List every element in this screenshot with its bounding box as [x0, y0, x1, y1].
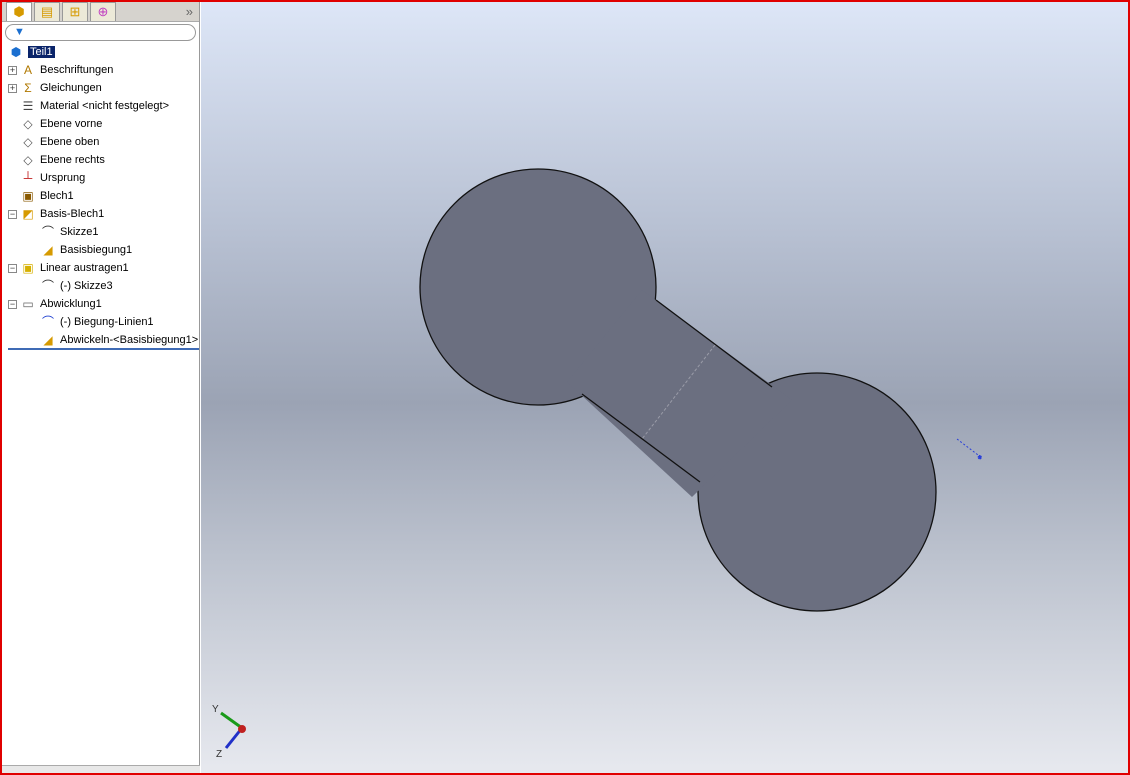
- tree-item[interactable]: ⬢ Teil1: [8, 43, 199, 61]
- filter-icon: ▼: [14, 26, 25, 38]
- tree-connector: [8, 120, 17, 129]
- sketch-blue-icon: ⌒: [41, 315, 54, 329]
- extrude-icon: ▣: [22, 261, 34, 275]
- tree-item[interactable]: − ◩ Basis-Blech1: [8, 205, 199, 223]
- app-window: ⬢ ▤ ⊞ ⊕ » ▼ ⬢ Teil1 + A Beschriftungen + Σ Glei…: [0, 0, 1130, 775]
- triad-y-label: Y: [212, 704, 219, 715]
- tree-item[interactable]: − ▣ Linear austragen1: [8, 259, 199, 277]
- tree-item[interactable]: ▣ Blech1: [8, 187, 199, 205]
- view-triad: Y Z: [212, 704, 246, 760]
- feature-manager-panel: ⬢ ▤ ⊞ ⊕ » ▼ ⬢ Teil1 + A Beschriftungen + Σ Glei…: [2, 2, 200, 773]
- base-flange-icon: ◩: [22, 207, 34, 221]
- plane-icon: ◇: [23, 153, 33, 167]
- expand-toggle[interactable]: +: [8, 83, 17, 93]
- a-icon: A: [23, 63, 32, 77]
- expand-toggle[interactable]: −: [8, 263, 17, 273]
- property-manager-tab[interactable]: ▤: [34, 2, 60, 21]
- expand-toggle[interactable]: −: [8, 299, 17, 309]
- tree-item[interactable]: ┴ Ursprung: [8, 169, 199, 187]
- origin-marker: *: [956, 438, 983, 465]
- expand-toggle[interactable]: +: [8, 65, 17, 75]
- bend-icon: ◢: [43, 243, 53, 257]
- tree-item-label: Teil1: [28, 46, 55, 58]
- tree-item[interactable]: ⌒ (-) Biegung-Linien1: [8, 313, 199, 331]
- filter-input[interactable]: ▼: [5, 24, 196, 41]
- tree-item-label: Skizze1: [60, 226, 99, 238]
- sketch-icon: ⌒: [41, 279, 54, 293]
- tree-item[interactable]: ◢ Abwickeln-<Basisbiegung1>: [8, 331, 199, 349]
- tree-item[interactable]: ◢ Basisbiegung1: [8, 241, 199, 259]
- tree-item[interactable]: + Σ Gleichungen: [8, 79, 199, 97]
- tree-connector: [8, 192, 17, 201]
- tree-item-label: Ursprung: [40, 172, 86, 184]
- tree-item-label: Ebene vorne: [40, 118, 103, 130]
- graphics-viewport[interactable]: * Y Z: [201, 2, 1128, 773]
- tree-item-label: Ebene rechts: [40, 154, 105, 166]
- more-tabs-button[interactable]: »: [186, 3, 193, 21]
- tree-item-label: (-) Biegung-Linien1: [60, 316, 154, 328]
- part-icon: ⬢: [10, 45, 22, 59]
- tree-item[interactable]: ☰ Material <nicht festgelegt>: [8, 97, 199, 115]
- sheet-icon: ▣: [22, 189, 34, 203]
- tree-item-label: Gleichungen: [40, 82, 102, 94]
- plane-icon: ◇: [23, 117, 33, 131]
- material-icon: ☰: [22, 99, 34, 113]
- panel-tabs: ⬢ ▤ ⊞ ⊕ »: [2, 2, 199, 22]
- tree-item[interactable]: − ▭ Abwicklung1: [8, 295, 199, 313]
- tree-item-label: Ebene oben: [40, 136, 100, 148]
- tree-item[interactable]: ◇ Ebene rechts: [8, 151, 199, 169]
- feature-manager-tab[interactable]: ⬢: [6, 2, 32, 21]
- tree-item[interactable]: ◇ Ebene vorne: [8, 115, 199, 133]
- tree-item-label: Basisbiegung1: [60, 244, 133, 256]
- tree-item[interactable]: ⌒ (-) Skizze3: [8, 277, 199, 295]
- rollback-bar[interactable]: [8, 348, 199, 350]
- triad-z-label: Z: [216, 749, 222, 760]
- tree-item-label: Material <nicht festgelegt>: [40, 100, 170, 112]
- expand-toggle[interactable]: −: [8, 209, 17, 219]
- tree-item-label: Beschriftungen: [40, 64, 114, 76]
- tree-item-label: Linear austragen1: [40, 262, 129, 274]
- tree-item-label: Abwickeln-<Basisbiegung1>: [60, 334, 199, 346]
- tree-connector: [8, 156, 17, 165]
- tree-connector: [8, 102, 17, 111]
- origin-icon: ┴: [23, 171, 33, 185]
- plane-icon: ◇: [23, 135, 33, 149]
- tree-connector: [8, 174, 17, 183]
- horizontal-scrollbar[interactable]: [2, 765, 200, 773]
- bend-icon: ◢: [43, 333, 53, 347]
- svg-text:*: *: [978, 454, 982, 464]
- dimxpert-tab[interactable]: ⊕: [90, 2, 116, 21]
- tree-item[interactable]: + A Beschriftungen: [8, 61, 199, 79]
- sigma-icon: Σ: [24, 81, 32, 95]
- tree-item-label: (-) Skizze3: [60, 280, 113, 292]
- tree-item-label: Abwicklung1: [40, 298, 102, 310]
- tree-item-label: Blech1: [40, 190, 74, 202]
- sketch-icon: ⌒: [41, 225, 54, 239]
- flatten-icon: ▭: [22, 297, 34, 311]
- tree-item[interactable]: ◇ Ebene oben: [8, 133, 199, 151]
- tree-item[interactable]: ⌒ Skizze1: [8, 223, 199, 241]
- feature-tree: ⬢ Teil1 + A Beschriftungen + Σ Gleichungen ☰ Mate…: [2, 43, 199, 349]
- configuration-manager-tab[interactable]: ⊞: [62, 2, 88, 21]
- tree-item-label: Basis-Blech1: [40, 208, 105, 220]
- tree-connector: [8, 138, 17, 147]
- part-model: * Y Z: [212, 168, 983, 760]
